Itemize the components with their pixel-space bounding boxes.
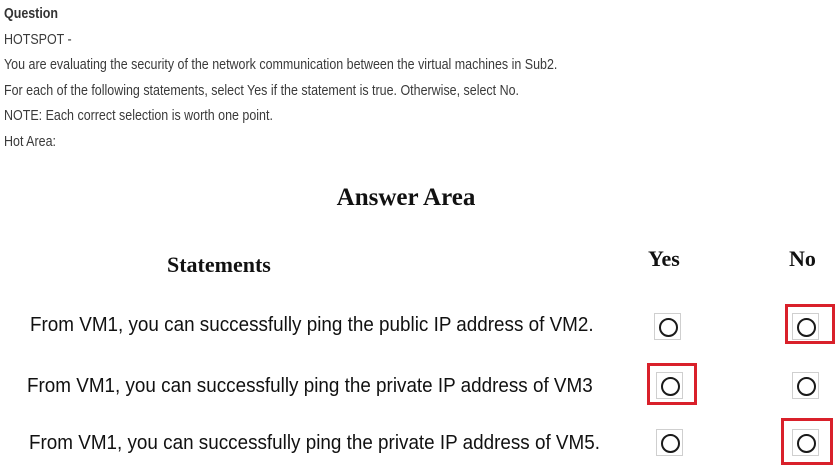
statements-header: Statements (167, 252, 271, 277)
no-header: No (789, 246, 816, 271)
row-3-yes-radio[interactable] (656, 429, 683, 456)
yes-header: Yes (648, 246, 680, 271)
row-1-yes-radio[interactable] (654, 313, 681, 340)
row-3-selection-highlight (781, 418, 833, 465)
statement-3: From VM1, you can successfully ping the … (29, 431, 600, 454)
row-1-selection-highlight (785, 304, 835, 344)
answer-area: Answer Area Statements Yes No From VM1, … (0, 0, 837, 469)
answer-area-title: Answer Area (336, 184, 476, 211)
radio-circle-icon (659, 318, 678, 337)
statement-2: From VM1, you can successfully ping the … (27, 374, 593, 397)
row-2-selection-highlight (647, 363, 697, 405)
radio-circle-icon (797, 377, 816, 396)
row-2-no-radio[interactable] (792, 372, 819, 399)
statement-1: From VM1, you can successfully ping the … (30, 313, 594, 336)
radio-circle-icon (661, 434, 680, 453)
